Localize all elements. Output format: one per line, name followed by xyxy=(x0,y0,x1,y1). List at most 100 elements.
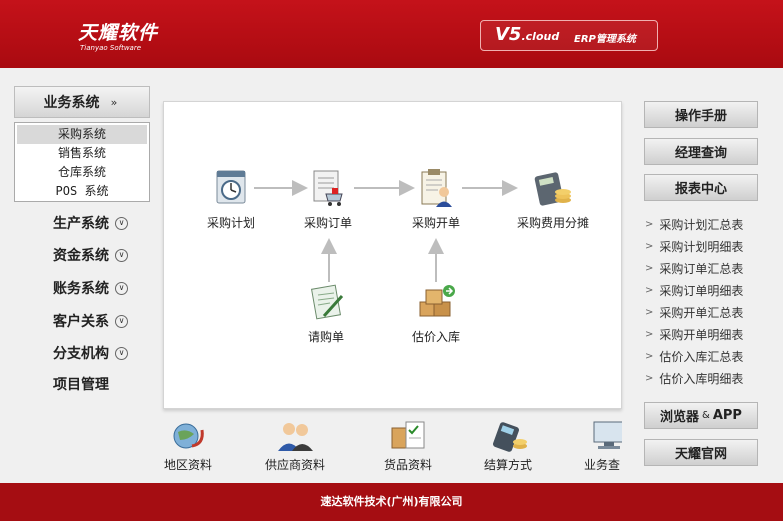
flow-node-purchase-invoice[interactable]: 采购开单 xyxy=(386,168,486,231)
report-link-label: 采购订单明细表 xyxy=(659,283,744,298)
user-manual-button[interactable]: 操作手册 xyxy=(644,101,758,128)
quick-link-label: 货品资料 xyxy=(383,458,432,472)
brand-logo: 天耀软件 Tianyao Software xyxy=(78,18,158,52)
submenu-item-sales[interactable]: 销售系统 xyxy=(17,144,147,163)
business-submenu: 采购系统 销售系统 仓库系统 POS 系统 xyxy=(14,122,150,202)
report-link-order-detail[interactable]: > 采购订单明细表 xyxy=(645,281,743,299)
quick-link-label: 结算方式 xyxy=(483,458,532,472)
sidebar-item-projects[interactable]: 项目管理 xyxy=(53,374,109,394)
quick-link-regions[interactable]: 地区资料 xyxy=(143,418,233,473)
report-link-estimate-detail[interactable]: > 估价入库明细表 xyxy=(645,369,743,387)
report-link-estimate-summary[interactable]: > 估价入库汇总表 xyxy=(645,347,743,365)
people-icon xyxy=(275,418,315,452)
submenu-item-warehouse[interactable]: 仓库系统 xyxy=(17,163,147,182)
version-number: V5.cloud xyxy=(495,24,560,45)
chevron-right-icon: > xyxy=(645,306,654,318)
sidebar-item-label: 生产系统 xyxy=(53,216,109,232)
company-name: 速达软件技术(广州)有限公司 xyxy=(320,495,463,508)
chevron-right-icon: > xyxy=(645,240,654,252)
box-checklist-icon xyxy=(388,418,428,452)
app-label: APP xyxy=(712,408,742,423)
submenu-item-pos[interactable]: POS 系统 xyxy=(17,182,147,201)
sidebar-item-accounting[interactable]: 账务系统 ∨ xyxy=(53,278,128,298)
sidebar-item-funds[interactable]: 资金系统 ∨ xyxy=(53,245,128,265)
boxes-arrow-icon xyxy=(416,282,456,322)
quick-link-label: 地区资料 xyxy=(163,458,212,472)
flow-node-cost-allocation[interactable]: 采购费用分摊 xyxy=(498,168,608,231)
chevron-down-icon: ∨ xyxy=(115,346,128,360)
report-link-plan-detail[interactable]: > 采购计划明细表 xyxy=(645,237,743,255)
pos-terminal-icon xyxy=(488,418,528,452)
logo-sub-text: Tianyao Software xyxy=(80,44,142,52)
sidebar-item-branches[interactable]: 分支机构 ∨ xyxy=(53,343,128,363)
quick-link-label: 供应商资料 xyxy=(264,458,325,472)
clock-calendar-icon xyxy=(211,168,251,208)
report-center-button[interactable]: 报表中心 xyxy=(644,174,758,201)
calculator-coins-icon xyxy=(533,168,573,208)
flow-node-purchase-plan[interactable]: 采购计划 xyxy=(181,168,281,231)
sidebar-item-label: 账务系统 xyxy=(53,281,109,297)
report-link-label: 采购计划明细表 xyxy=(659,239,744,254)
report-link-label: 估价入库汇总表 xyxy=(659,349,744,364)
footer-bar: 速达软件技术(广州)有限公司 xyxy=(0,483,783,521)
sidebar-head-label: 业务系统 xyxy=(43,95,100,111)
purchase-flow-panel: 采购计划 采购订单 采购开单 采购费用分摊 请购单 估价入库 xyxy=(163,101,622,409)
report-link-label: 采购计划汇总表 xyxy=(659,217,744,232)
submenu-item-purchase[interactable]: 采购系统 xyxy=(17,125,147,144)
chevron-down-icon: ∨ xyxy=(115,216,128,230)
sidebar-item-label: 客户关系 xyxy=(53,314,109,330)
sidebar-item-label: 资金系统 xyxy=(53,248,109,264)
report-link-label: 采购开单明细表 xyxy=(659,327,744,342)
flow-arrows xyxy=(254,180,518,282)
flow-node-purchase-request[interactable]: 请购单 xyxy=(276,282,376,345)
report-link-label: 估价入库明细表 xyxy=(659,371,744,386)
chevron-right-icon: > xyxy=(645,372,654,384)
quick-link-business-query[interactable]: 业务查 xyxy=(568,418,622,473)
cart-document-icon xyxy=(308,168,348,208)
flow-node-label: 采购开单 xyxy=(411,216,460,230)
clipboard-user-icon xyxy=(416,168,456,208)
product-name: ERP管理系统 xyxy=(574,34,636,45)
monitor-icon xyxy=(590,418,622,452)
flow-node-label: 采购订单 xyxy=(303,216,352,230)
flow-node-label: 采购费用分摊 xyxy=(516,216,589,230)
report-link-label: 采购订单汇总表 xyxy=(659,261,744,276)
flow-node-label: 估价入库 xyxy=(411,330,460,344)
chevron-right-icon: > xyxy=(645,350,654,362)
chevron-right-icon: > xyxy=(645,328,654,340)
chevron-down-icon: ∨ xyxy=(115,314,128,328)
report-link-invoice-summary[interactable]: > 采购开单汇总表 xyxy=(645,303,743,321)
quick-link-goods[interactable]: 货品资料 xyxy=(363,418,453,473)
quick-link-suppliers[interactable]: 供应商资料 xyxy=(250,418,340,473)
report-link-plan-summary[interactable]: > 采购计划汇总表 xyxy=(645,215,743,233)
logo-main-text: 天耀软件 xyxy=(78,22,159,44)
quick-link-label: 业务查 xyxy=(584,458,621,472)
report-link-label: 采购开单汇总表 xyxy=(659,305,744,320)
browser-app-button[interactable]: 浏览器 & APP xyxy=(644,402,758,429)
report-link-order-summary[interactable]: > 采购订单汇总表 xyxy=(645,259,743,277)
browser-label: 浏览器 xyxy=(660,410,700,425)
sidebar-item-label: 分支机构 xyxy=(53,346,109,362)
flow-node-label: 请购单 xyxy=(307,330,344,344)
chevron-down-icon: ∨ xyxy=(115,281,128,295)
globe-arrow-icon xyxy=(168,418,208,452)
chevron-right-icon: > xyxy=(645,262,654,274)
flow-node-estimated-receipt[interactable]: 估价入库 xyxy=(386,282,486,345)
official-site-button[interactable]: 天耀官网 xyxy=(644,439,758,466)
chevron-double-down-icon: » xyxy=(110,95,118,109)
sidebar-item-production[interactable]: 生产系统 ∨ xyxy=(53,213,128,233)
document-pen-icon xyxy=(306,282,346,322)
sidebar-head-business[interactable]: 业务系统 » xyxy=(14,86,150,118)
flow-node-purchase-order[interactable]: 采购订单 xyxy=(278,168,378,231)
chevron-right-icon: > xyxy=(645,218,654,230)
version-badge: V5.cloud ERP管理系统 xyxy=(480,20,658,51)
sidebar-item-crm[interactable]: 客户关系 ∨ xyxy=(53,311,128,331)
chevron-right-icon: > xyxy=(645,284,654,296)
report-link-invoice-detail[interactable]: > 采购开单明细表 xyxy=(645,325,743,343)
chevron-down-icon: ∨ xyxy=(115,248,128,262)
quick-link-settlement[interactable]: 结算方式 xyxy=(463,418,553,473)
app-header: 天耀软件 Tianyao Software V5.cloud ERP管理系统 xyxy=(0,0,783,68)
manager-query-button[interactable]: 经理查询 xyxy=(644,138,758,165)
flow-node-label: 采购计划 xyxy=(206,216,255,230)
sidebar-item-label: 项目管理 xyxy=(53,377,109,393)
